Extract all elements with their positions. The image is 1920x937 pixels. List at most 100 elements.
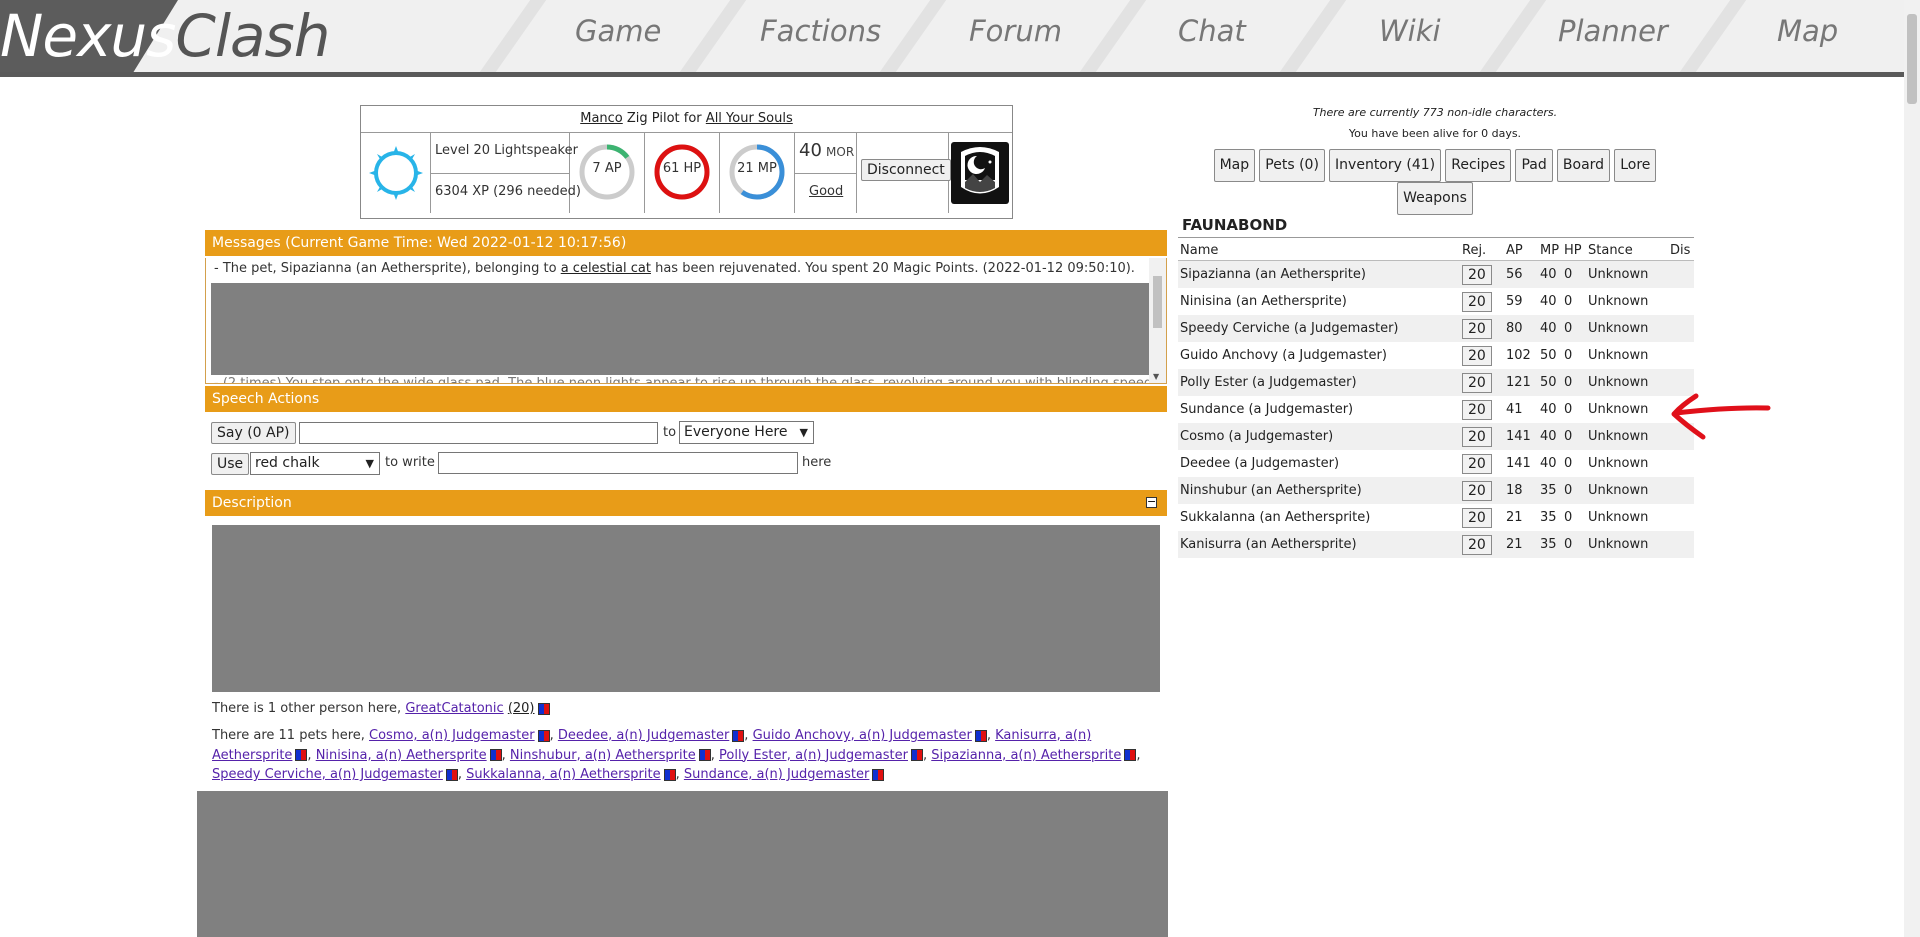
pet-stance: Unknown [1588, 402, 1649, 417]
recipes-button[interactable]: Recipes [1445, 149, 1512, 182]
pet-mp: 50 [1540, 348, 1557, 363]
pet-name: Guido Anchovy (a Judgemaster) [1180, 348, 1387, 363]
logo-text-part2: Clash [175, 2, 330, 70]
nav-map[interactable]: Map [1777, 14, 1838, 48]
pet-link-speedy-cerviche[interactable]: Speedy Cerviche, a(n) Judgemaster [212, 767, 443, 782]
pet-ap: 80 [1504, 315, 1538, 342]
character-info-box: Manco Zig Pilot for All Your Souls Level… [360, 105, 1013, 219]
site-logo[interactable]: NexusClash [0, 2, 331, 70]
write-item-select[interactable]: red chalk ▼ [250, 452, 380, 475]
nav-game[interactable]: Game [575, 14, 661, 48]
speech-target-select[interactable]: Everyone Here ▼ [679, 421, 814, 444]
say-button[interactable]: Say (0 AP) [211, 422, 296, 444]
to-label: to [663, 425, 677, 440]
character-name-link[interactable]: Manco [580, 111, 623, 126]
rejuvenate-button[interactable]: 20 [1462, 507, 1492, 528]
nav-chat[interactable]: Chat [1178, 14, 1246, 48]
morality-value: 40 [799, 140, 822, 161]
alignment-link[interactable]: Good [809, 184, 843, 199]
column-header-ap: AP [1504, 240, 1538, 261]
rejuvenate-button[interactable]: 20 [1462, 372, 1492, 393]
message-line-partial: - (2 times) You step onto the wide glass… [214, 376, 1167, 384]
rejuvenate-button[interactable]: 20 [1462, 345, 1492, 366]
pet-link-polly-ester[interactable]: Polly Ester, a(n) Judgemaster [719, 748, 908, 763]
messages-scrollbar-thumb[interactable] [1153, 276, 1162, 328]
rej-cell: 20 [1460, 260, 1504, 288]
pet-mp: 35 [1538, 477, 1562, 504]
pet-stance: Unknown [1586, 423, 1668, 450]
messages-log[interactable]: - The pet, Sipazianna (an Aethersprite),… [205, 258, 1167, 384]
pet-link-ninshubur[interactable]: Ninshubur, a(n) Aethersprite [510, 748, 696, 763]
pet-status-icon [663, 768, 676, 781]
pet-mp: 35 [1538, 531, 1562, 558]
person-link[interactable]: GreatCatatonic [405, 701, 503, 716]
rejuvenate-button[interactable]: 20 [1462, 291, 1492, 312]
nav-divider [1679, 0, 1747, 72]
weapons-button[interactable]: Weapons [1397, 182, 1473, 215]
nav-forum[interactable]: Forum [969, 14, 1062, 48]
pet-link-cosmo[interactable]: Cosmo, a(n) Judgemaster [369, 728, 535, 743]
board-button[interactable]: Board [1556, 149, 1611, 182]
pet-stance: Unknown [1588, 294, 1649, 309]
rej-cell: 20 [1460, 423, 1504, 450]
pet-mp: 40 [1538, 260, 1562, 288]
rejuvenate-button[interactable]: 20 [1462, 480, 1492, 501]
pets-button[interactable]: Pets (0) [1259, 149, 1325, 182]
pet-hp: 0 [1564, 294, 1573, 309]
table-row: Deedee (a Judgemaster) 20 141 40 0 Unkno… [1178, 450, 1694, 477]
pet-stance: Unknown [1586, 315, 1668, 342]
lore-button[interactable]: Lore [1614, 149, 1657, 182]
celestial-cat-link[interactable]: a celestial cat [561, 261, 651, 276]
map-button[interactable]: Map [1213, 149, 1256, 182]
redacted-location-image [212, 525, 1160, 692]
pet-status-icon [732, 729, 745, 742]
lightspeaker-class-icon [369, 146, 423, 200]
pet-stance: Unknown [1588, 456, 1649, 471]
nav-wiki[interactable]: Wiki [1379, 14, 1441, 48]
pet-dis [1668, 315, 1694, 342]
rejuvenate-button[interactable]: 20 [1462, 426, 1492, 447]
inventory-button[interactable]: Inventory (41) [1329, 149, 1442, 182]
pet-ap: 21 [1504, 531, 1538, 558]
rejuvenate-button[interactable]: 20 [1462, 318, 1492, 339]
pet-link-deedee[interactable]: Deedee, a(n) Judgemaster [558, 728, 729, 743]
scrollbar-thumb[interactable] [1907, 14, 1917, 104]
pet-link-guido-anchovy[interactable]: Guido Anchovy, a(n) Judgemaster [753, 728, 972, 743]
pet-hp: 0 [1564, 456, 1573, 471]
person-level[interactable]: (20) [508, 701, 535, 716]
nav-planner[interactable]: Planner [1558, 14, 1668, 48]
rejuvenate-button[interactable]: 20 [1462, 534, 1492, 555]
pet-name: Cosmo (a Judgemaster) [1178, 423, 1460, 450]
scroll-down-icon[interactable]: ▼ [1153, 372, 1159, 381]
rej-cell: 20 [1460, 396, 1504, 423]
rej-cell: 20 [1460, 315, 1504, 342]
pet-link-sundance[interactable]: Sundance, a(n) Judgemaster [684, 767, 870, 782]
nav-divider [479, 0, 547, 72]
pet-mp: 40 [1540, 294, 1557, 309]
pet-link-sukkalanna[interactable]: Sukkalanna, a(n) Aethersprite [466, 767, 660, 782]
pet-name: Speedy Cerviche (a Judgemaster) [1178, 315, 1460, 342]
pet-dis [1668, 260, 1694, 288]
rejuvenate-button[interactable]: 20 [1462, 453, 1492, 474]
page-scrollbar[interactable] [1904, 0, 1920, 937]
pet-mp: 40 [1540, 402, 1557, 417]
faction-emblem-icon[interactable] [951, 142, 1009, 204]
pet-rows: Sipazianna (an Aethersprite) 20 56 40 0 … [1178, 260, 1694, 558]
write-text-input[interactable] [438, 452, 798, 474]
pet-status-icon [445, 768, 458, 781]
pet-link-ninisina[interactable]: Ninisina, a(n) Aethersprite [316, 748, 487, 763]
use-button[interactable]: Use [211, 453, 250, 475]
right-sidebar: There are currently 773 non-idle charact… [1172, 98, 1698, 937]
messages-scrollbar[interactable]: ▼ [1149, 258, 1166, 383]
collapse-icon[interactable]: − [1146, 496, 1157, 508]
pet-stance: Unknown [1586, 260, 1668, 288]
pad-button[interactable]: Pad [1515, 149, 1553, 182]
rejuvenate-button[interactable]: 20 [1462, 264, 1492, 285]
rejuvenate-button[interactable]: 20 [1462, 399, 1492, 420]
faunabond-title: FAUNABOND [1182, 216, 1288, 234]
nav-factions[interactable]: Factions [760, 14, 881, 48]
faction-link[interactable]: All Your Souls [706, 111, 793, 126]
say-text-input[interactable] [299, 422, 658, 444]
disconnect-button[interactable]: Disconnect [861, 159, 951, 181]
pet-link-sipazianna[interactable]: Sipazianna, a(n) Aethersprite [931, 748, 1121, 763]
